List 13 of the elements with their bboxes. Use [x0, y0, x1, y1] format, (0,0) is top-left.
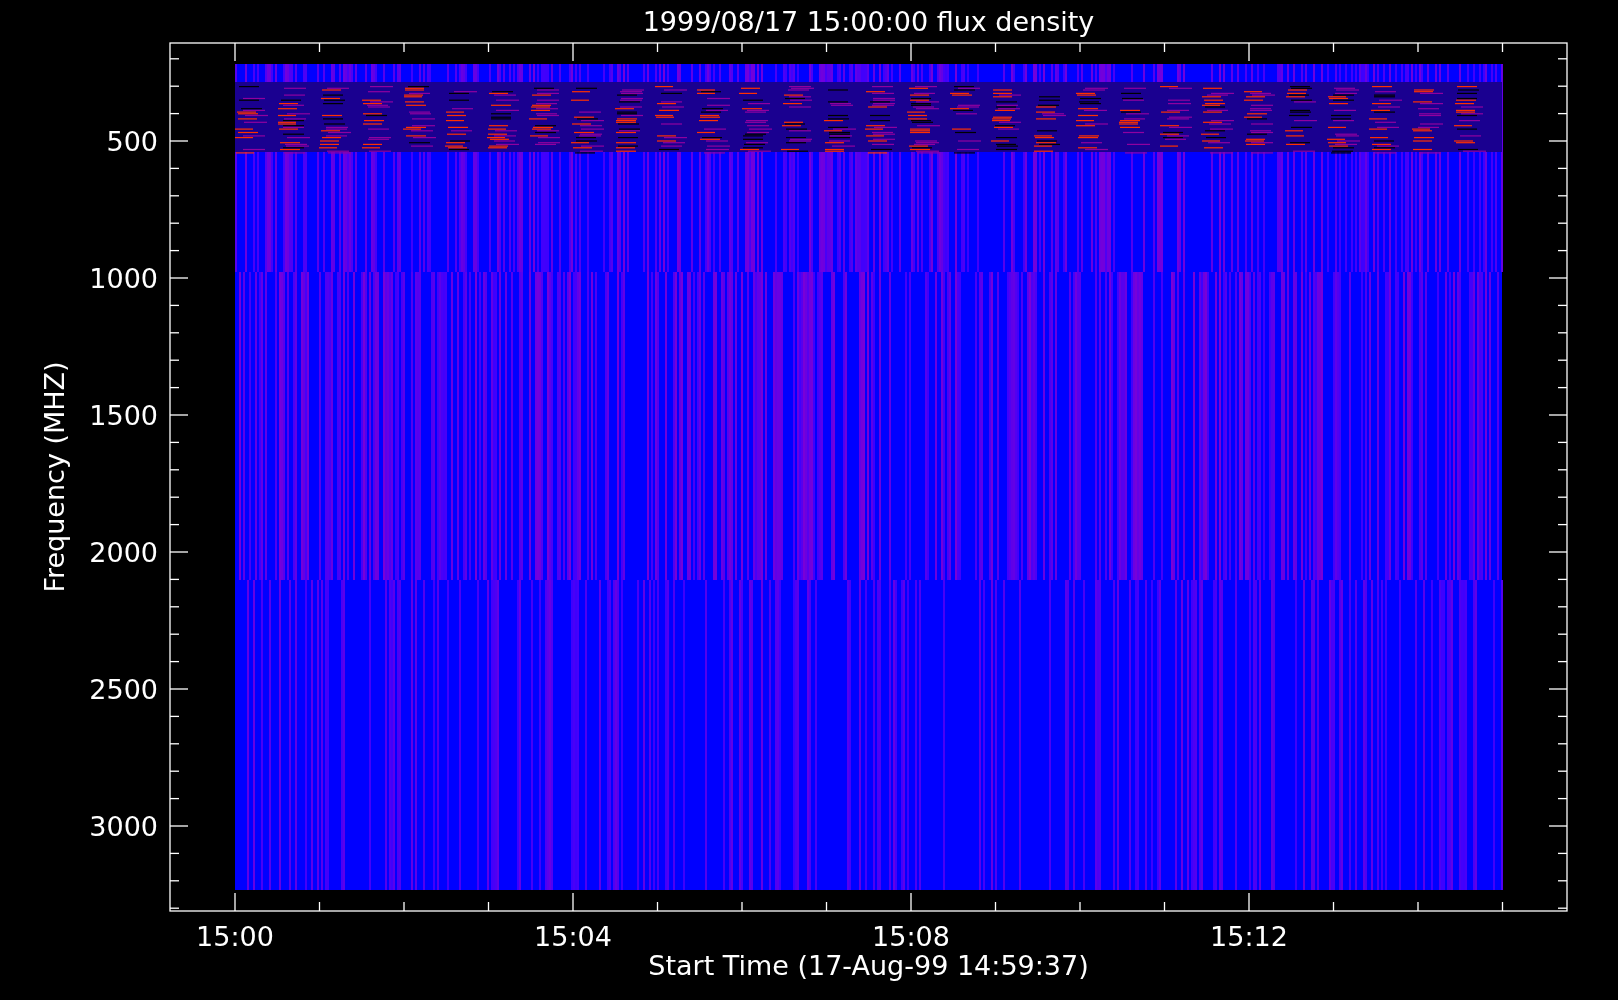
x-tick-label: 15:04 — [534, 921, 612, 952]
y-tick-label: 2500 — [89, 674, 158, 705]
y-tick-label: 1000 — [89, 263, 158, 294]
x-axis-title: Start Time (17-Aug-99 14:59:37) — [648, 950, 1089, 981]
y-axis-title: Frequency (MHZ) — [39, 361, 70, 593]
plot-title: 1999/08/17 15:00:00 flux density — [642, 6, 1095, 37]
x-tick-label: 15:00 — [196, 921, 274, 952]
y-tick-label: 1500 — [89, 400, 158, 431]
x-tick-label: 15:08 — [872, 921, 950, 952]
y-tick-label: 3000 — [89, 811, 158, 842]
y-tick-label: 2000 — [89, 537, 158, 568]
x-tick-label: 15:12 — [1210, 921, 1288, 952]
y-tick-label: 500 — [106, 126, 158, 157]
